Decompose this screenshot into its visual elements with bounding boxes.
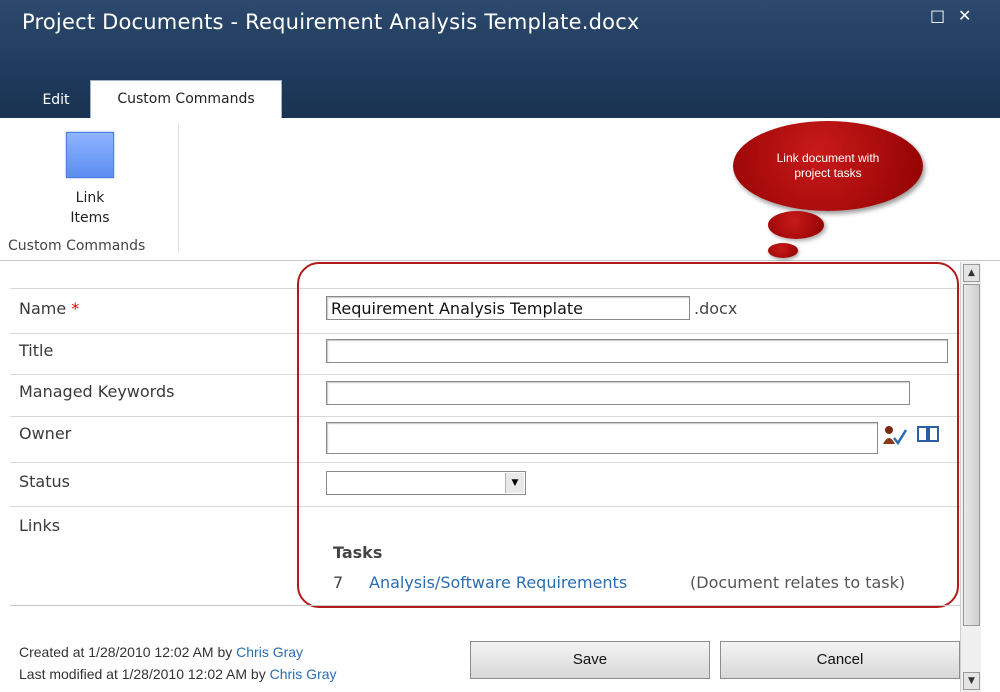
scroll-down-icon[interactable]: ▼ bbox=[963, 672, 980, 690]
cancel-button[interactable]: Cancel bbox=[720, 641, 960, 679]
address-book-icon[interactable] bbox=[916, 424, 940, 449]
managed-keywords-input[interactable] bbox=[326, 381, 910, 405]
row-divider bbox=[10, 416, 962, 417]
row-divider bbox=[10, 288, 962, 289]
name-label-text: Name bbox=[19, 299, 67, 318]
required-mark: * bbox=[71, 299, 80, 318]
created-by-link[interactable]: Chris Gray bbox=[236, 644, 303, 660]
modified-info: Last modified at 1/28/2010 12:02 AM by C… bbox=[19, 666, 337, 682]
row-divider bbox=[10, 506, 962, 507]
row-divider bbox=[10, 333, 962, 334]
modified-by-link[interactable]: Chris Gray bbox=[270, 666, 337, 682]
tasks-heading: Tasks bbox=[333, 543, 383, 562]
dialog-title: Project Documents - Requirement Analysis… bbox=[22, 10, 640, 34]
callout-bubble: Link document with project tasks bbox=[733, 121, 923, 211]
row-divider bbox=[10, 462, 962, 463]
tab-custom-commands[interactable]: Custom Commands bbox=[90, 80, 282, 119]
save-button[interactable]: Save bbox=[470, 641, 710, 679]
task-id: 7 bbox=[333, 573, 344, 592]
status-label: Status bbox=[19, 472, 70, 491]
created-text: Created at 1/28/2010 12:02 AM by bbox=[19, 644, 237, 660]
name-input[interactable]: Requirement Analysis Template bbox=[326, 296, 690, 320]
maximize-icon[interactable]: □ bbox=[930, 6, 945, 25]
chevron-down-icon[interactable]: ▼ bbox=[505, 473, 524, 493]
ribbon-separator bbox=[178, 124, 179, 252]
modified-text: Last modified at 1/28/2010 12:02 AM by bbox=[19, 666, 270, 682]
links-label: Links bbox=[19, 516, 61, 535]
tab-edit[interactable]: Edit bbox=[24, 82, 88, 118]
name-label: Name * bbox=[19, 299, 79, 318]
link-items-icon bbox=[66, 132, 114, 178]
status-select[interactable]: ▼ bbox=[326, 471, 526, 495]
row-divider bbox=[10, 374, 962, 375]
check-names-icon[interactable] bbox=[882, 424, 908, 451]
scroll-thumb[interactable] bbox=[963, 284, 980, 626]
close-icon[interactable]: ✕ bbox=[958, 6, 971, 25]
owner-label: Owner bbox=[19, 424, 72, 443]
owner-input[interactable] bbox=[326, 422, 878, 454]
callout-tail-large bbox=[768, 211, 824, 239]
link-items-button[interactable]: Link Items bbox=[58, 130, 122, 236]
name-extension: .docx bbox=[694, 299, 738, 318]
managed-keywords-label: Managed Keywords bbox=[19, 382, 175, 401]
scroll-up-icon[interactable]: ▲ bbox=[963, 264, 980, 282]
created-info: Created at 1/28/2010 12:02 AM by Chris G… bbox=[19, 644, 303, 660]
link-items-label-line2: Items bbox=[70, 210, 110, 226]
link-items-label-line1: Link bbox=[75, 190, 105, 206]
dialog-title-bar: Project Documents - Requirement Analysis… bbox=[0, 0, 1000, 119]
task-link[interactable]: Analysis/Software Requirements bbox=[369, 573, 627, 592]
title-label: Title bbox=[19, 341, 54, 360]
form-bottom-divider bbox=[10, 605, 960, 606]
title-input[interactable] bbox=[326, 339, 948, 363]
ribbon-group-label: Custom Commands bbox=[8, 238, 146, 254]
callout-tail-small bbox=[768, 243, 798, 258]
task-relation-note: (Document relates to task) bbox=[690, 573, 906, 592]
vertical-scrollbar[interactable]: ▲ ▼ bbox=[960, 262, 981, 692]
callout-text: Link document with project tasks bbox=[776, 151, 880, 180]
